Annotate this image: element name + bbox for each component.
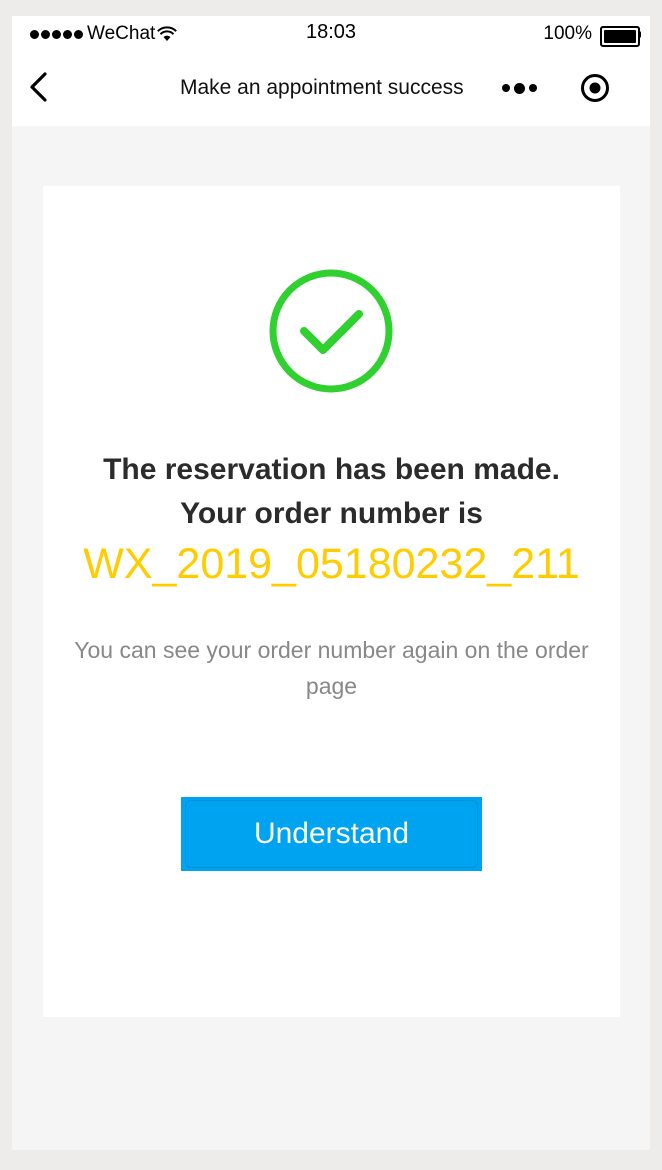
- headline-line-1: The reservation has been made.: [103, 453, 560, 486]
- order-number: WX_2019_05180232_211: [83, 540, 580, 588]
- reservation-confirmation-text: The reservation has been made. Your orde…: [43, 448, 620, 536]
- battery-percent: 100%: [543, 23, 592, 44]
- understand-button-label: Understand: [253, 817, 410, 850]
- battery-icon: [600, 25, 641, 47]
- understand-button[interactable]: Understand: [181, 797, 482, 871]
- phone-screen: WeChat 18:03 100% Make an appointment su…: [12, 16, 650, 1150]
- order-page-hint: You can see your order number again on t…: [74, 637, 589, 699]
- status-bar: WeChat 18:03 100%: [12, 16, 650, 52]
- page-title: Make an appointment success: [180, 76, 464, 99]
- success-card: The reservation has been made. Your orde…: [43, 186, 620, 1017]
- success-checkmark-icon: [269, 269, 393, 393]
- headline-line-2: Your order number is: [180, 497, 483, 530]
- back-arrow-icon[interactable]: [24, 70, 54, 104]
- status-right: 100%: [543, 23, 641, 47]
- navigation-bar: Make an appointment success: [12, 52, 650, 126]
- more-options-icon[interactable]: [502, 78, 544, 98]
- close-miniprogram-icon[interactable]: [578, 71, 612, 105]
